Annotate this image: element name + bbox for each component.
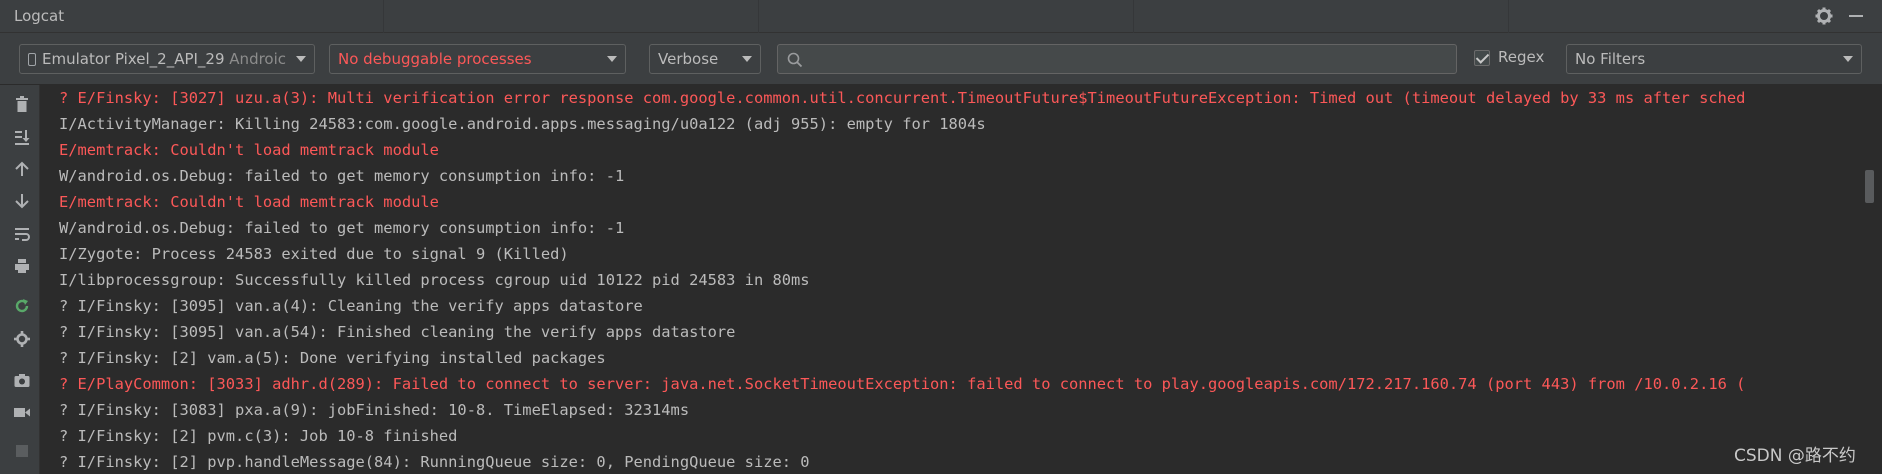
search-input[interactable] [777, 44, 1457, 74]
log-line: W/android.os.Debug: failed to get memory… [59, 167, 625, 185]
scrollbar-thumb[interactable] [1865, 170, 1874, 203]
restart-icon[interactable] [13, 297, 31, 315]
search-icon [787, 52, 803, 68]
log-line: W/android.os.Debug: failed to get memory… [59, 219, 625, 237]
log-line: I/Zygote: Process 24583 exited due to si… [59, 245, 569, 263]
log-output-panel[interactable]: ? E/Finsky: [3027] uzu.a(3): Multi verif… [41, 85, 1863, 474]
soft-wrap-icon[interactable] [13, 225, 31, 243]
regex-checkbox[interactable] [1474, 50, 1490, 66]
stop-icon [16, 445, 28, 457]
log-line: ? I/Finsky: [2] pvm.c(3): Job 10-8 finis… [59, 427, 458, 445]
filter-selector[interactable]: No Filters [1566, 44, 1862, 74]
log-line: E/memtrack: Couldn't load memtrack modul… [59, 193, 439, 211]
title-divider [383, 0, 384, 33]
settings-icon[interactable] [13, 330, 31, 348]
scroll-to-end-icon[interactable] [13, 128, 31, 146]
logcat-toolbar: Emulator Pixel_2_API_29 Androic No debug… [0, 33, 1882, 85]
title-divider [1133, 0, 1134, 33]
log-level-selector[interactable]: Verbose [649, 44, 761, 74]
process-selector[interactable]: No debuggable processes [329, 44, 626, 74]
chevron-down-icon [607, 56, 617, 62]
regex-label: Regex [1498, 48, 1545, 66]
log-line: ? I/Finsky: [3095] van.a(54): Finished c… [59, 323, 736, 341]
print-icon[interactable] [13, 257, 31, 275]
down-arrow-icon[interactable] [13, 192, 31, 210]
minimize-icon[interactable] [1846, 6, 1866, 26]
log-line: ? I/Finsky: [2] pvp.handleMessage(84): R… [59, 453, 810, 471]
phone-icon [28, 53, 36, 66]
device-name: Emulator Pixel_2_API_29 [42, 50, 225, 68]
device-api-suffix: Androic [229, 50, 287, 68]
title-divider [758, 0, 759, 33]
title-divider [1508, 0, 1509, 33]
filter-value: No Filters [1575, 50, 1646, 68]
log-level-value: Verbose [658, 50, 719, 68]
screen-record-icon[interactable] [13, 403, 31, 421]
process-value: No debuggable processes [338, 50, 532, 68]
watermark: CSDN @路不约 [1734, 446, 1856, 466]
up-arrow-icon[interactable] [13, 160, 31, 178]
log-line: I/ActivityManager: Killing 24583:com.goo… [59, 115, 986, 133]
trash-icon[interactable] [13, 95, 31, 113]
chevron-down-icon [742, 56, 752, 62]
log-line: ? E/PlayCommon: [3033] adhr.d(289): Fail… [59, 375, 1746, 393]
window-title: Logcat [14, 7, 65, 25]
log-line: E/memtrack: Couldn't load memtrack modul… [59, 141, 439, 159]
chevron-down-icon [296, 56, 306, 62]
log-line: ? I/Finsky: [2] vam.a(5): Done verifying… [59, 349, 606, 367]
log-line: I/libprocessgroup: Successfully killed p… [59, 271, 810, 289]
logcat-title-bar: Logcat [0, 0, 1882, 33]
logcat-side-toolbar [0, 85, 40, 474]
chevron-down-icon [1843, 56, 1853, 62]
device-selector[interactable]: Emulator Pixel_2_API_29 Androic [19, 44, 315, 74]
vertical-scrollbar[interactable] [1863, 85, 1882, 474]
log-line: ? I/Finsky: [3083] pxa.a(9): jobFinished… [59, 401, 690, 419]
log-line: ? I/Finsky: [3095] van.a(4): Cleaning th… [59, 297, 643, 315]
gear-icon[interactable] [1814, 6, 1834, 26]
log-line: ? E/Finsky: [3027] uzu.a(3): Multi verif… [59, 89, 1746, 107]
screenshot-icon[interactable] [13, 371, 31, 389]
check-icon [1475, 50, 1490, 64]
